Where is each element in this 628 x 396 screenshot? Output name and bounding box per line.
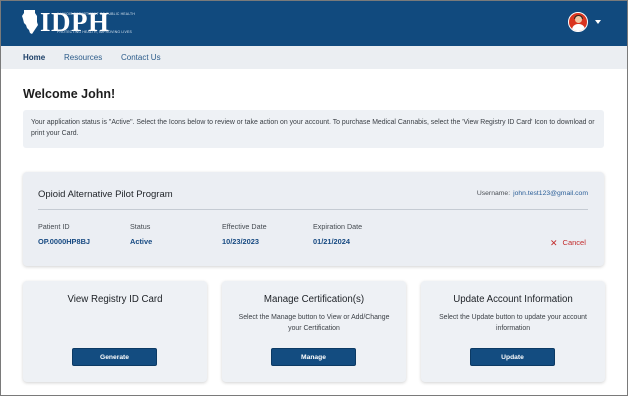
status-label: Status (130, 222, 151, 231)
update-button[interactable]: Update (470, 348, 555, 366)
app-frame: IDPH ILLINOIS DEPARTMENT OF PUBLIC HEALT… (0, 0, 628, 396)
patient-id-value: OP.0000HP8BJ (38, 237, 91, 246)
status-badge: Active (130, 237, 153, 246)
illinois-state-icon (22, 10, 38, 34)
username-value: john.test123@gmail.com (513, 190, 588, 197)
tile-description: Select the Manage button to View or Add/… (238, 314, 390, 332)
effective-date-label: Effective Date (222, 222, 267, 231)
avatar[interactable] (568, 12, 588, 32)
nav-item-home[interactable]: Home (23, 53, 45, 62)
patient-id-label: Patient ID (38, 222, 70, 231)
tile-description: Select the Update button to update your … (439, 314, 587, 332)
username-label: Username: (476, 190, 511, 197)
logo-tagline-bottom: PROTECTING HEALTH, IMPROVING LIVES (57, 30, 132, 34)
divider (38, 209, 588, 210)
tile-title: Update Account Information (453, 294, 573, 305)
generate-button[interactable]: Generate (72, 348, 157, 366)
tile-title: Manage Certification(s) (263, 294, 365, 305)
expiration-date-value: 01/21/2024 (313, 237, 350, 246)
idph-logo[interactable]: IDPH ILLINOIS DEPARTMENT OF PUBLIC HEALT… (21, 8, 135, 36)
close-icon: ✕ (550, 237, 558, 248)
top-header: IDPH ILLINOIS DEPARTMENT OF PUBLIC HEALT… (1, 1, 627, 46)
update-account-tile: Update Account Information Select the Up… (421, 281, 605, 382)
manage-certifications-tile: Manage Certification(s) Select the Manag… (222, 281, 406, 382)
tile-title: View Registry ID Card (67, 294, 163, 305)
nav-item-contact-us[interactable]: Contact Us (121, 53, 161, 62)
username: Username: john.test123@gmail.com (477, 190, 588, 197)
main-nav: Home Resources Contact Us (1, 46, 627, 69)
registry-id-card-tile: View Registry ID Card Generate (23, 281, 207, 382)
cancel-button[interactable]: ✕ Cancel (550, 238, 586, 247)
nav-item-resources[interactable]: Resources (64, 53, 102, 62)
program-title: Opioid Alternative Pilot Program (38, 189, 173, 200)
logo-tagline-top: ILLINOIS DEPARTMENT OF PUBLIC HEALTH (57, 12, 135, 16)
effective-date-value: 10/23/2023 (222, 237, 259, 246)
program-card: Opioid Alternative Pilot Program Usernam… (23, 172, 604, 266)
user-menu[interactable] (568, 12, 601, 32)
chevron-down-icon[interactable] (595, 20, 601, 24)
manage-button[interactable]: Manage (271, 348, 356, 366)
expiration-date-label: Expiration Date (313, 222, 363, 231)
status-notice: Your application status is "Active". Sel… (23, 110, 604, 148)
page-title: Welcome John! (23, 87, 116, 101)
cancel-label: Cancel (562, 238, 586, 247)
